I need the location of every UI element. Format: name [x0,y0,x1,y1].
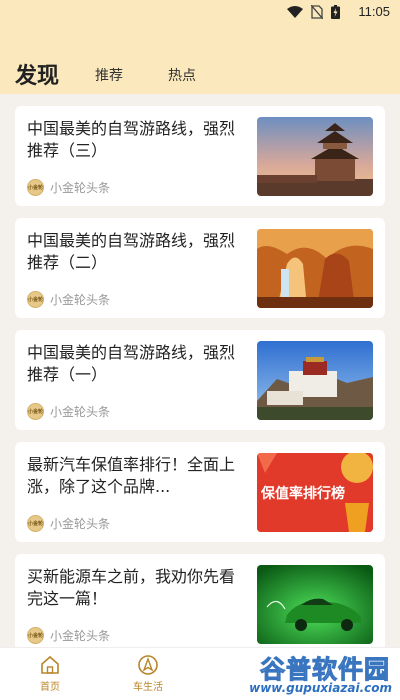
green-car-image [257,565,373,644]
canyon-image [257,229,373,308]
article-card[interactable]: 最新汽车保值率排行！全面上涨，除了这个品牌... 小金轮 小金轮头条 保值率排行… [15,442,385,542]
status-bar: 11:05 [0,0,400,24]
battery-charging-icon [331,5,340,19]
article-thumbnail [257,565,373,644]
source-name: 小金轮头条 [50,405,111,419]
article-title: 中国最美的自驾游路线，强烈推荐（一） [27,343,236,384]
tab-recommend[interactable]: 推荐 [95,65,123,85]
source-name: 小金轮头条 [50,629,111,643]
article-feed: 中国最美的自驾游路线，强烈推荐（三） 小金轮 小金轮头条 中国最美的自驾游路线，… [0,94,400,647]
article-source: 小金轮 小金轮头条 [27,291,110,308]
source-logo: 小金轮 [27,627,44,644]
page-title: 发现 [15,64,60,89]
home-icon [41,655,59,674]
banner-text: 保值率排行榜 [261,486,345,502]
article-title: 最新汽车保值率排行！全面上涨，除了这个品牌... [27,455,236,496]
no-sim-icon [311,5,323,19]
article-source: 小金轮 小金轮头条 [27,179,110,196]
source-logo: 小金轮 [27,179,44,196]
potala-palace-image [257,341,373,420]
navigation-icon [138,655,158,675]
article-source: 小金轮 小金轮头条 [27,515,110,532]
article-thumbnail: 保值率排行榜 [257,453,373,532]
article-source: 小金轮 小金轮头条 [27,403,110,420]
article-title: 中国最美的自驾游路线，强烈推荐（三） [27,119,236,160]
article-thumbnail [257,341,373,420]
article-title: 中国最美的自驾游路线，强烈推荐（二） [27,231,236,272]
watermark-url: www.gupuxiazai.com [249,681,392,695]
article-card[interactable]: 中国最美的自驾游路线，强烈推荐（二） 小金轮 小金轮头条 [15,218,385,318]
article-card[interactable]: 买新能源车之前，我劝你先看完这一篇！ 小金轮 小金轮头条 [15,554,385,647]
article-card[interactable]: 中国最美的自驾游路线，强烈推荐（一） 小金轮 小金轮头条 [15,330,385,430]
pagoda-sunset-image [257,117,373,196]
article-source: 小金轮 小金轮头条 [27,627,110,644]
source-name: 小金轮头条 [50,293,111,307]
source-name: 小金轮头条 [50,181,111,195]
tabbar-item-home[interactable]: 首页 [20,654,80,693]
tabbar-label-home: 首页 [40,682,60,693]
status-time: 11:05 [358,4,390,19]
source-name: 小金轮头条 [50,517,111,531]
tabbar-item-car-life[interactable]: 车生活 [118,654,178,693]
source-logo: 小金轮 [27,515,44,532]
watermark: 谷普软件园 www.gupuxiazai.com [200,650,400,698]
article-title: 买新能源车之前，我劝你先看完这一篇！ [27,567,236,608]
tabbar-label-car-life: 车生活 [133,682,163,693]
header: 发现 推荐 热点 [0,24,400,94]
source-logo: 小金轮 [27,291,44,308]
article-thumbnail [257,117,373,196]
article-thumbnail [257,229,373,308]
article-card[interactable]: 中国最美的自驾游路线，强烈推荐（三） 小金轮 小金轮头条 [15,106,385,206]
tab-hot[interactable]: 热点 [168,65,196,85]
wifi-icon [287,6,303,18]
source-logo: 小金轮 [27,403,44,420]
status-icons [287,5,340,19]
